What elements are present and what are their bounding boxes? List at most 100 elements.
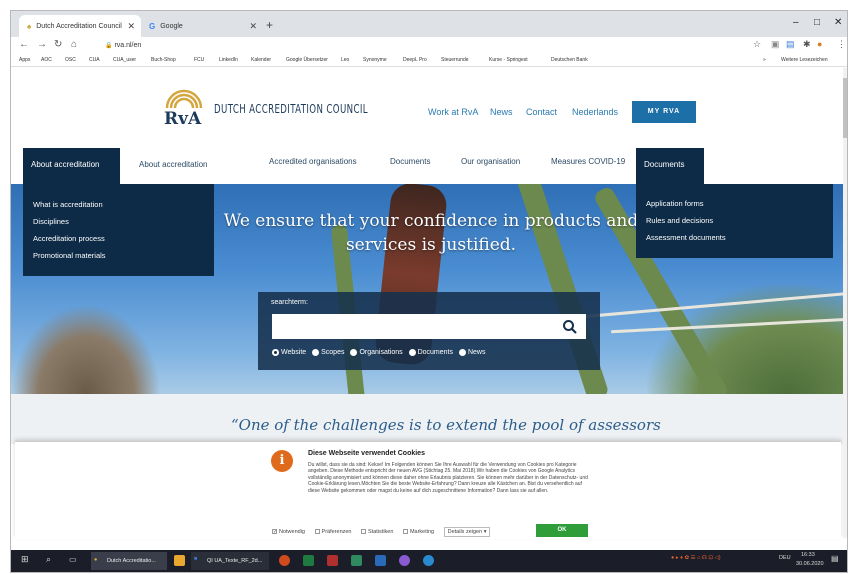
close-icon[interactable]: ✕	[127, 21, 135, 32]
menu-item-rules-and-decisions[interactable]: Rules and decisions	[646, 216, 713, 225]
radio-icon	[350, 349, 358, 356]
edge-icon[interactable]	[423, 555, 434, 566]
bookmark-osc[interactable]: OSC	[65, 57, 76, 63]
radio-scopes[interactable]: Scopes	[312, 349, 344, 356]
bookmark-synonyme[interactable]: Synonyme	[363, 57, 387, 63]
scrollbar-thumb[interactable]	[843, 78, 848, 138]
checkbox-marketing[interactable]: Marketing	[402, 529, 434, 535]
checkbox-statistiken[interactable]: Statistiken	[361, 529, 393, 535]
bookmark-fcu[interactable]: FCU	[194, 57, 204, 63]
avatar[interactable]: ●	[817, 39, 822, 49]
bookmark-linkedin[interactable]: LinkedIn	[219, 57, 238, 63]
close-icon[interactable]: ✕	[249, 21, 257, 32]
star-icon[interactable]: ☆	[753, 39, 761, 50]
bookmark-cua-user[interactable]: CUA_user	[113, 57, 136, 63]
powerpoint-icon[interactable]	[279, 555, 290, 566]
minimize-button[interactable]: –	[793, 17, 799, 28]
home-icon[interactable]: ⌂	[71, 39, 77, 50]
bookmark-aoc[interactable]: AOC	[41, 57, 52, 63]
windows-start-icon[interactable]: ⊞	[21, 554, 29, 565]
language-indicator[interactable]: DEU	[779, 555, 791, 561]
tab-google[interactable]: G Google ✕	[141, 15, 263, 37]
radio-organisations[interactable]: Organisations	[350, 349, 403, 356]
search-input[interactable]	[272, 314, 586, 339]
search-panel: searchterm: Website Scopes Organisations…	[258, 292, 600, 370]
search-icon[interactable]	[561, 318, 579, 336]
reload-icon[interactable]: ↻	[54, 39, 62, 50]
checkbox-label: Präferenzen	[321, 529, 352, 535]
taskbar-word-app[interactable]: ■ QI UA_Texte_RF_2d...	[191, 552, 269, 570]
close-window-button[interactable]: ✕	[834, 17, 842, 28]
nav-our-organisation[interactable]: Our organisation	[461, 157, 520, 166]
back-arrow-icon[interactable]: ←	[19, 39, 29, 50]
bookmark-leo[interactable]: Leo	[341, 57, 349, 63]
bookmark-more[interactable]: Weitere Lesezeichen	[781, 57, 828, 63]
menu-item-assessment-documents[interactable]: Assessment documents	[646, 233, 726, 242]
url-field[interactable]: 🔒 rva.nl/en	[95, 39, 755, 53]
hero-headline: We ensure that your confidence in produc…	[223, 211, 639, 255]
app-icon[interactable]	[399, 555, 410, 566]
bookmark-steuerrunde[interactable]: Steuerrunde	[441, 57, 469, 63]
tray-icons[interactable]: ● ▸ ♦ ✿ ☰ ⌂ ☊ ⊡ ◁)	[671, 555, 721, 561]
menu-item-what-is-accreditation[interactable]: What is accreditation	[33, 200, 103, 209]
nav-nederlands[interactable]: Nederlands	[572, 107, 618, 117]
menu-item-application-forms[interactable]: Application forms	[646, 199, 704, 208]
menu-item-promotional-materials[interactable]: Promotional materials	[33, 251, 106, 260]
menu-icon[interactable]: ⋮	[837, 39, 846, 50]
menu-item-accreditation-process[interactable]: Accreditation process	[33, 234, 105, 243]
my-rva-button[interactable]: MY RVA	[632, 101, 696, 123]
menu-item-disciplines[interactable]: Disciplines	[33, 217, 69, 226]
taskbar-chrome-app[interactable]: ● Dutch Accreditatio...	[91, 552, 167, 570]
search-icon[interactable]: ⌕	[46, 554, 51, 565]
checkbox-icon	[361, 529, 367, 535]
nav-accredited-organisations[interactable]: Accredited organisations	[269, 157, 357, 166]
nav-documents[interactable]: Documents	[390, 157, 430, 166]
nav-work-at-rva[interactable]: Work at RvA	[428, 107, 478, 117]
task-view-icon[interactable]: ▭	[69, 555, 77, 564]
bookmark-cua[interactable]: CUA	[89, 57, 100, 63]
radio-news[interactable]: News	[458, 349, 485, 356]
nav-about-accreditation-active[interactable]: About accreditation	[23, 148, 120, 186]
bookmark-deutsche-bank[interactable]: Deutschen Bank	[551, 57, 588, 63]
rva-logo-icon[interactable]: RvA	[161, 84, 207, 128]
nav-about-accreditation[interactable]: About accreditation	[139, 160, 208, 169]
project-icon[interactable]	[351, 555, 362, 566]
bookmark-buch-shop[interactable]: Buch-Shop	[151, 57, 176, 63]
cookie-ok-button[interactable]: OK	[536, 524, 588, 537]
file-explorer-icon[interactable]	[174, 555, 185, 566]
puzzle-icon[interactable]: ✱	[803, 39, 811, 50]
radio-website[interactable]: Website	[272, 349, 306, 356]
outlook-icon[interactable]	[375, 555, 386, 566]
bookmark-apps[interactable]: Apps	[19, 57, 30, 63]
maximize-button[interactable]: □	[814, 17, 820, 28]
checkbox-notwendig[interactable]: ✓ Notwendig	[272, 529, 305, 535]
nav-measures-covid[interactable]: Measures COVID-19	[551, 157, 625, 166]
hero-trees-left	[11, 304, 161, 394]
details-toggle-button[interactable]: Details zeigen ▾	[443, 527, 491, 537]
info-icon: i	[271, 450, 293, 472]
radio-documents[interactable]: Documents	[408, 349, 453, 356]
nav-news[interactable]: News	[490, 107, 513, 117]
extension-icon[interactable]: ▤	[786, 39, 795, 50]
clock-date[interactable]: 30.06.2020	[796, 561, 824, 567]
nav-contact[interactable]: Contact	[526, 107, 557, 117]
tab-dutch-accreditation[interactable]: ♠ Dutch Accreditation Council ✕	[19, 15, 141, 37]
radio-icon	[458, 349, 466, 356]
nav-documents-active[interactable]: Documents	[636, 148, 704, 186]
notifications-icon[interactable]: ▤	[831, 554, 839, 563]
new-tab-button[interactable]: +	[266, 18, 273, 32]
page-scrollbar[interactable]	[843, 68, 848, 538]
logo-wordmark[interactable]: DUTCH ACCREDITATION COUNCIL	[214, 102, 368, 116]
checkbox-praferenzen[interactable]: Präferenzen	[314, 529, 352, 535]
forward-arrow-icon[interactable]: →	[37, 39, 47, 50]
bookmark-google-translate[interactable]: Google Übersetzer	[286, 57, 328, 63]
acrobat-icon[interactable]	[327, 555, 338, 566]
bookmark-kalender[interactable]: Kalender	[251, 57, 271, 63]
url-text: rva.nl/en	[114, 42, 142, 49]
extension-icon[interactable]: ▣	[771, 39, 780, 50]
bookmark-deepl[interactable]: DeepL Pro	[403, 57, 427, 63]
bookmark-overflow[interactable]: »	[763, 57, 766, 63]
clock-time[interactable]: 16:33	[801, 552, 815, 558]
bookmark-springest[interactable]: Kurse - Springest	[489, 57, 528, 63]
excel-icon[interactable]	[303, 555, 314, 566]
